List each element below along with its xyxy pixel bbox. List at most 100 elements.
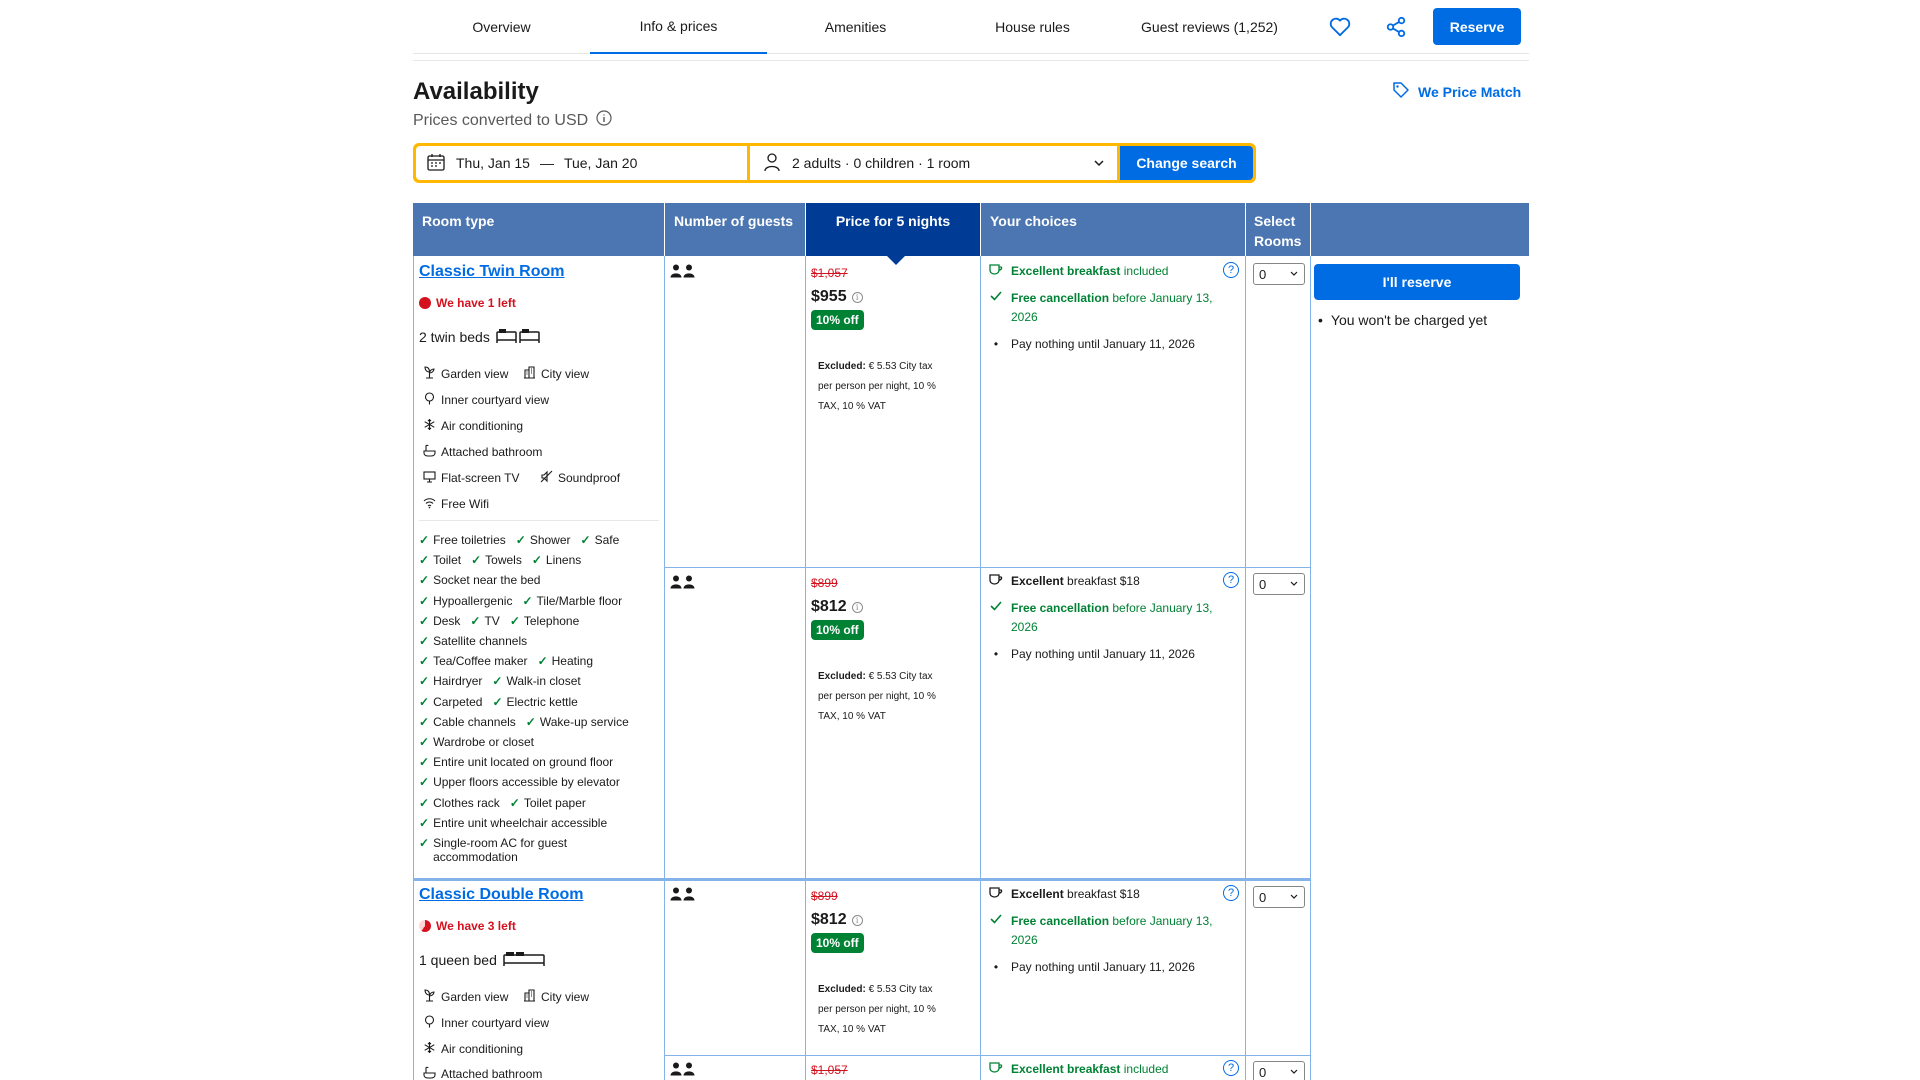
amenity-row: ✓ Wardrobe or closet <box>419 735 534 749</box>
amenity-label: TV <box>484 613 500 628</box>
checkmark-icon: ✓ <box>419 815 430 830</box>
cancellation-option: Free cancellation before January 13, 202… <box>989 289 1225 327</box>
help-icon[interactable]: ? <box>1223 262 1239 278</box>
queen-bed-icon <box>503 950 545 969</box>
tab-amenities[interactable]: Amenities <box>767 0 944 54</box>
twin-bed-icon <box>496 327 540 346</box>
excluded-label: Excluded: <box>818 361 866 372</box>
date-picker[interactable]: Thu, Jan 15 — Tue, Jan 20 <box>416 146 747 180</box>
current-price: $812 i <box>811 598 863 616</box>
checkmark-icon: ✓ <box>470 613 481 628</box>
search-bar: Thu, Jan 15 — Tue, Jan 20 2 adults · 0 c… <box>413 143 1256 183</box>
feature-garden-view: Garden view <box>423 989 508 1005</box>
two-guests-icon <box>670 1062 696 1076</box>
amenity-row: ✓ Free toiletries ✓ Shower ✓ Safe <box>419 533 619 547</box>
checkmark-icon: ✓ <box>509 613 520 628</box>
price-match-link[interactable]: We Price Match <box>1392 81 1521 102</box>
two-guests-icon <box>670 575 696 589</box>
room-quantity-select[interactable]: 0 <box>1253 263 1305 285</box>
discount-badge: 10% off <box>811 310 864 330</box>
checkmark-icon: ✓ <box>509 795 520 810</box>
chevron-down-icon <box>1289 268 1299 283</box>
current-price-value: $812 <box>811 598 847 615</box>
tab-house-rules[interactable]: House rules <box>944 0 1121 54</box>
amenity-row: ✓ Single-room AC for guest accommodation <box>419 836 619 864</box>
original-price: $1,057 <box>811 266 848 280</box>
room-name-link[interactable]: Classic Twin Room <box>419 263 565 281</box>
amenity-row: ✓ Carpeted ✓ Electric kettle <box>419 695 578 709</box>
amenity-row: ✓ Entire unit located on ground floor <box>419 755 613 769</box>
checkmark-icon <box>989 912 1003 950</box>
tab-overview[interactable]: Overview <box>413 0 590 54</box>
checkmark-icon: ✓ <box>419 836 430 850</box>
scarcity-badge: We have 3 left <box>419 919 516 933</box>
help-icon[interactable]: ? <box>1223 885 1239 901</box>
tree-icon <box>423 392 436 408</box>
room-quantity-select[interactable]: 0 <box>1253 1061 1305 1080</box>
currency-note-text: Prices converted to USD <box>413 111 589 129</box>
feature-attached-bathroom: Attached bathroom <box>423 444 542 460</box>
amenity-label: Shower <box>529 533 571 547</box>
chevron-down-icon <box>1289 1066 1299 1080</box>
info-icon[interactable]: i <box>851 914 863 926</box>
feature-courtyard-view: Inner courtyard view <box>423 1015 549 1031</box>
grid-line <box>980 256 981 1080</box>
header-reserve <box>1311 203 1529 256</box>
soundproof-icon <box>540 470 553 486</box>
amenity-row: ✓ Desk ✓ TV ✓ Telephone <box>419 614 579 628</box>
price-match-label: We Price Match <box>1418 83 1522 100</box>
share-icon[interactable] <box>1383 14 1409 40</box>
room-name-link[interactable]: Classic Double Room <box>419 886 583 904</box>
room-quantity-select[interactable]: 0 <box>1253 886 1305 908</box>
feature-garden-view: Garden view <box>423 366 508 382</box>
change-search-button[interactable]: Change search <box>1120 146 1253 180</box>
calendar-icon <box>426 152 446 175</box>
info-icon[interactable]: i <box>851 291 863 303</box>
tag-icon <box>1392 81 1410 102</box>
amenity-row: ✓ Tea/Coffee maker ✓ Heating <box>419 654 593 668</box>
tab-info-prices[interactable]: Info & prices <box>590 0 767 54</box>
row-divider <box>664 567 1310 568</box>
breakfast-option: Excellent breakfast included <box>989 262 1225 282</box>
help-icon[interactable]: ? <box>1223 1060 1239 1076</box>
help-icon[interactable]: ? <box>1223 572 1239 588</box>
feature-label: Soundproof <box>558 471 621 485</box>
checkmark-icon: ✓ <box>419 553 430 568</box>
guests-selector[interactable]: 2 adults · 0 children · 1 room <box>750 146 1117 180</box>
heart-icon[interactable] <box>1327 14 1353 40</box>
grid-line <box>1310 256 1311 1080</box>
pay-later-text: Pay nothing until January 11, 2026 <box>1011 337 1195 351</box>
checkmark-icon: ✓ <box>419 755 430 770</box>
alert-dot-icon <box>419 297 431 309</box>
ill-reserve-button[interactable]: I'll reserve <box>1314 264 1520 300</box>
chevron-down-icon <box>1093 156 1105 172</box>
feature-courtyard-view: Inner courtyard view <box>423 392 549 408</box>
excluded-taxes: Excluded: € 5.53 City tax per person per… <box>818 667 948 727</box>
scarcity-text: We have 3 left <box>436 919 516 933</box>
cancel-bold: Free cancellation <box>1011 601 1110 615</box>
bed-info: 1 queen bed <box>419 950 545 969</box>
alert-dot-icon <box>419 920 431 932</box>
amenity-label: Towels <box>485 553 522 568</box>
reserve-button-top[interactable]: Reserve <box>1433 8 1521 45</box>
pay-later-option: • Pay nothing until January 11, 2026 <box>989 958 1225 977</box>
room-quantity-select[interactable]: 0 <box>1253 573 1305 595</box>
sort-indicator <box>887 256 905 265</box>
cancel-bold: Free cancellation <box>1011 914 1110 928</box>
two-guests-icon <box>670 887 696 901</box>
checkmark-icon: ✓ <box>492 674 503 689</box>
checkmark-icon: ✓ <box>492 694 503 709</box>
page-title: Availability <box>413 78 539 105</box>
feature-flat-screen-tv: Flat-screen TV <box>423 470 519 486</box>
tv-icon <box>423 470 436 486</box>
excluded-taxes: Excluded: € 5.53 City tax per person per… <box>818 980 948 1040</box>
coffee-cup-icon <box>989 262 1003 282</box>
feature-label: Air conditioning <box>441 1042 524 1056</box>
tab-guest-reviews[interactable]: Guest reviews (1,252) <box>1121 0 1298 54</box>
info-icon[interactable]: i <box>851 601 863 613</box>
amenity-row: ✓ Entire unit wheelchair accessible <box>419 816 607 830</box>
tree-icon <box>423 1015 436 1031</box>
feature-label: Attached bathroom <box>441 445 543 459</box>
info-icon[interactable] <box>596 110 612 131</box>
amenity-label: Heating <box>551 654 593 669</box>
